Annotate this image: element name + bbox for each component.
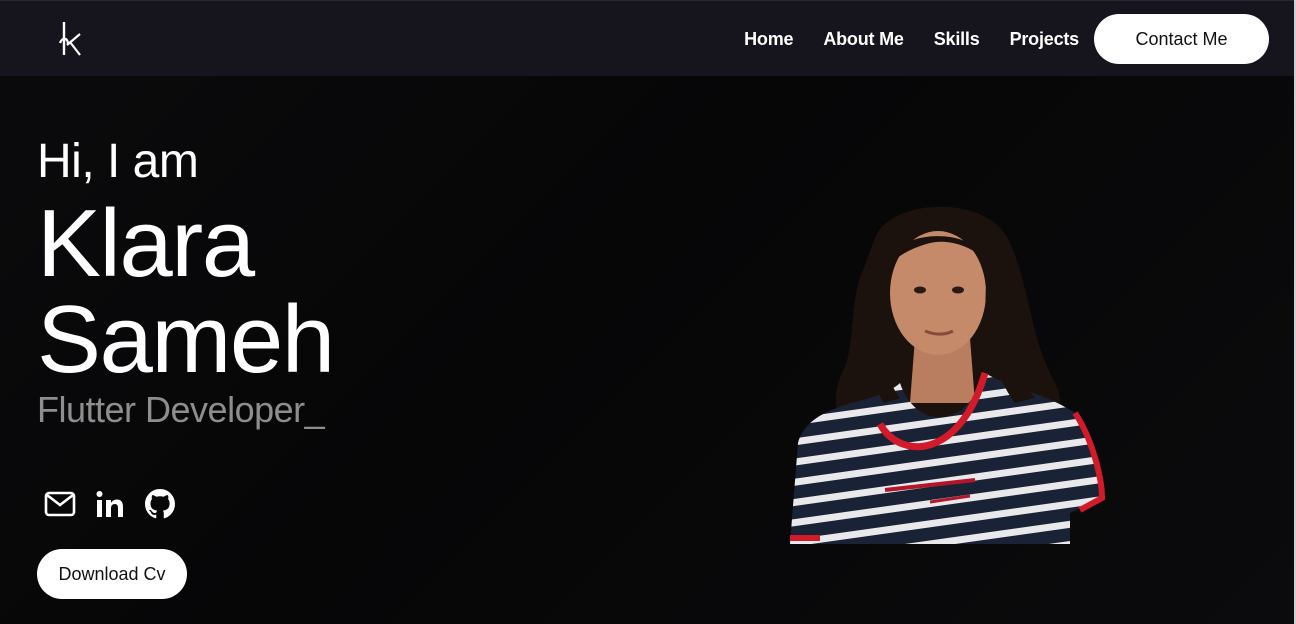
download-cv-button[interactable]: Download Cv	[37, 549, 187, 599]
profile-photo	[790, 206, 1106, 544]
nav-home-link[interactable]: Home	[744, 29, 793, 50]
navbar: Home About Me Skills Projects Contact Me	[0, 0, 1296, 76]
hero-role: Flutter Developer_	[37, 389, 325, 430]
hero-intro: Hi, I am Klara Sameh Flutter Developer_	[37, 132, 335, 430]
hero-last-name: Sameh	[37, 286, 335, 393]
contact-me-button[interactable]: Contact Me	[1094, 14, 1269, 64]
social-links	[44, 488, 176, 520]
linkedin-icon[interactable]	[94, 488, 126, 520]
portfolio-page: Home About Me Skills Projects Contact Me…	[0, 0, 1296, 624]
nav-projects-link[interactable]: Projects	[1010, 29, 1080, 50]
github-icon[interactable]	[144, 488, 176, 520]
nav-links: Home About Me Skills Projects Contact Me	[744, 14, 1269, 64]
nav-skills-link[interactable]: Skills	[934, 29, 980, 50]
nav-about-link[interactable]: About Me	[823, 29, 904, 50]
mail-icon[interactable]	[44, 488, 76, 520]
hero-first-name: Klara	[37, 190, 255, 297]
hero-greeting: Hi, I am	[37, 135, 199, 188]
hero-name: Klara Sameh	[37, 196, 335, 388]
klara-logo-icon[interactable]	[50, 19, 86, 59]
